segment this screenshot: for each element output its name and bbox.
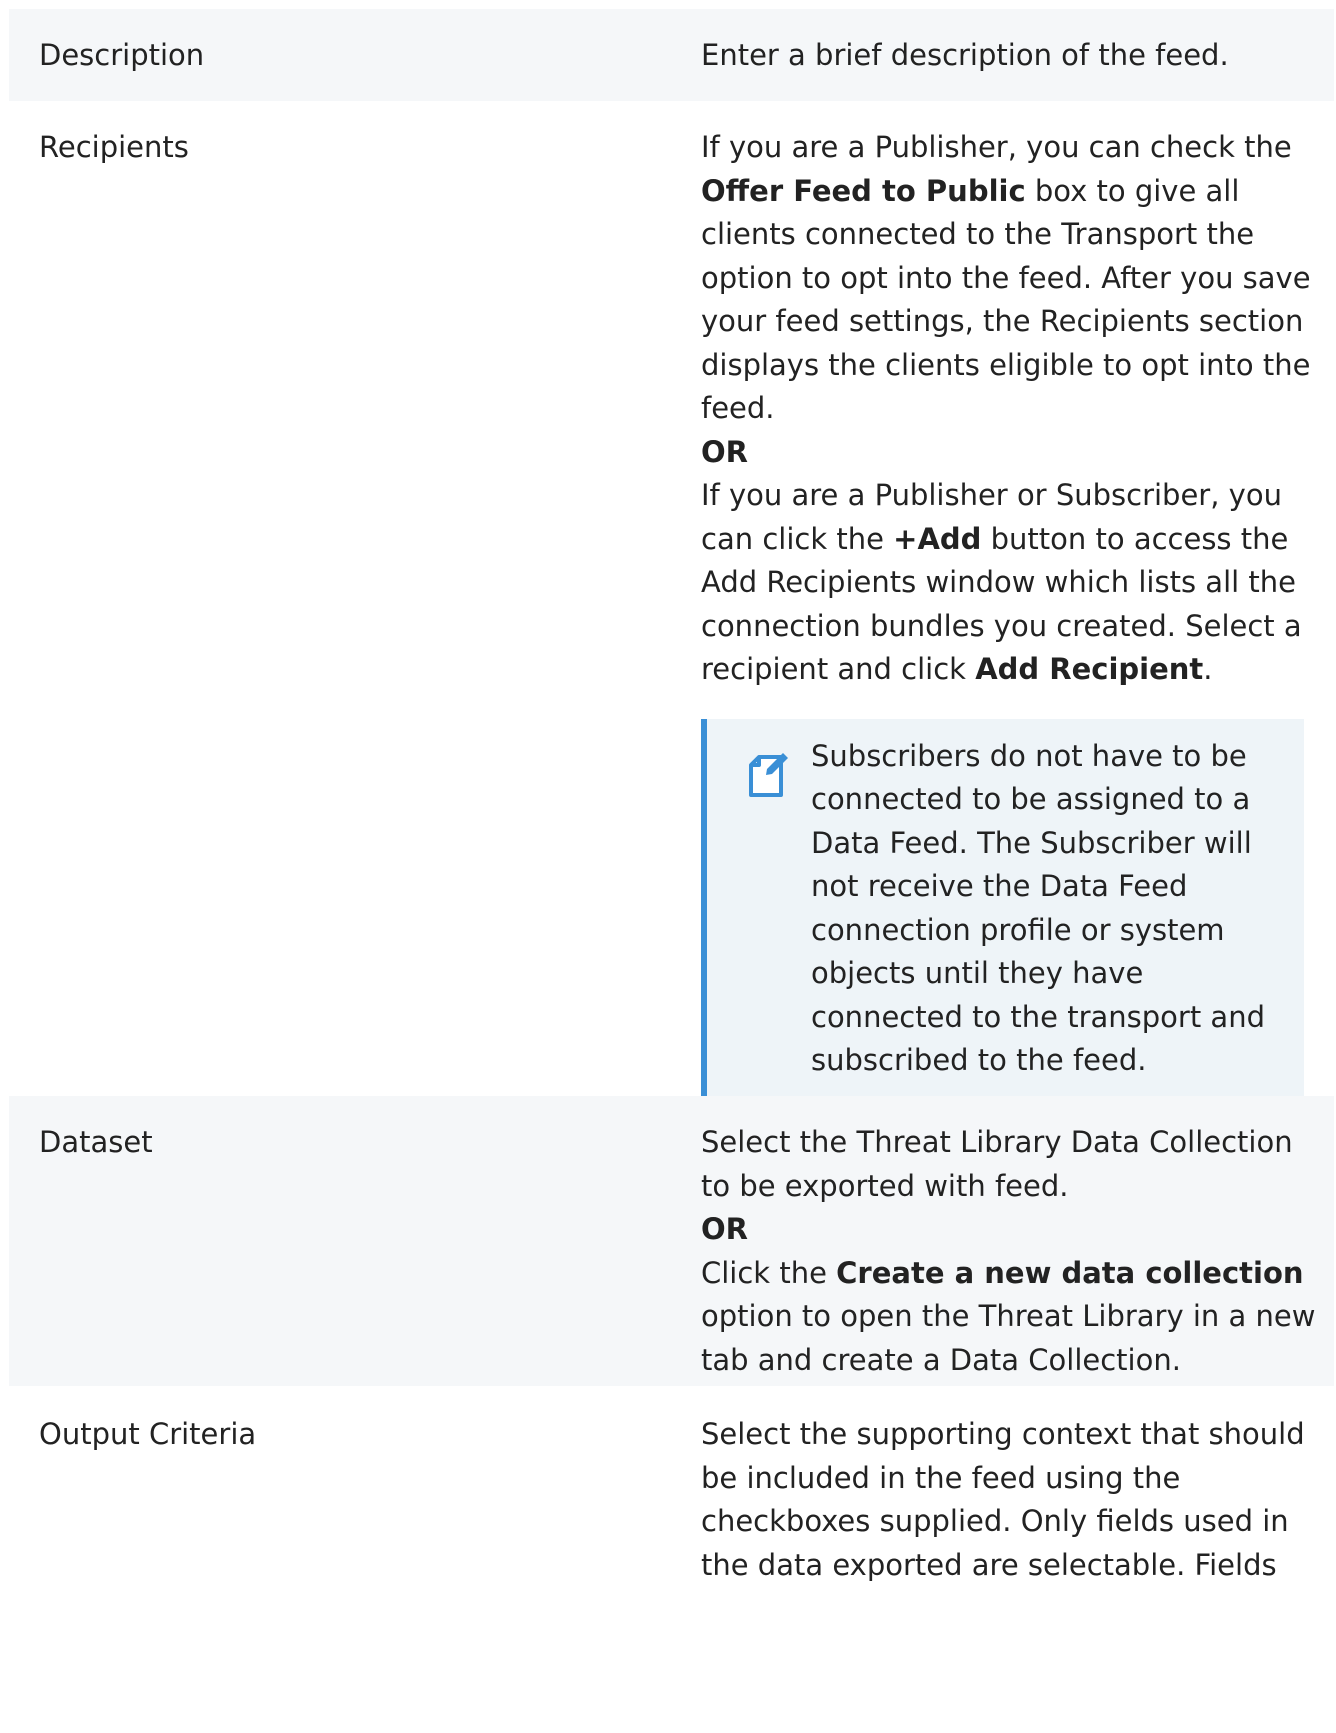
text-span: Click the xyxy=(701,1255,837,1290)
table-row-dataset: Dataset Select the Threat Library Data C… xyxy=(9,1096,1334,1386)
field-label-description: Description xyxy=(39,38,205,72)
table-row-recipients: Recipients If you are a Publisher, you c… xyxy=(9,101,1334,1099)
note-text: Subscribers do not have to be connected … xyxy=(811,738,1265,1078)
table-row-output-criteria: Output Criteria Select the supporting co… xyxy=(9,1386,1334,1733)
or-label: OR xyxy=(701,1212,748,1246)
or-separator: OR xyxy=(701,1208,1317,1252)
add-button-label: +Add xyxy=(893,521,982,556)
description-text: Enter a brief description of the feed. xyxy=(701,38,1229,72)
create-new-data-collection-label: Create a new data collection xyxy=(836,1255,1304,1290)
field-text-output-criteria: Select the supporting context that shoul… xyxy=(701,1413,1317,1587)
field-text-description: Enter a brief description of the feed. xyxy=(701,34,1317,78)
table-row-description: Description Enter a brief description of… xyxy=(9,9,1334,101)
offer-feed-to-public-label: Offer Feed to Public xyxy=(701,173,1026,208)
or-separator: OR xyxy=(701,431,1317,475)
field-label-dataset: Dataset xyxy=(39,1125,153,1159)
or-label: OR xyxy=(701,434,748,469)
field-description-table: Description Enter a brief description of… xyxy=(9,9,1334,1733)
note-edit-icon xyxy=(749,752,788,797)
field-label-output-criteria: Output Criteria xyxy=(39,1417,257,1451)
field-text-dataset: Select the Threat Library Data Collectio… xyxy=(701,1121,1317,1382)
note-callout: Subscribers do not have to be connected … xyxy=(701,718,1304,1099)
text-span: If you are a Publisher, you can check th… xyxy=(701,130,1292,164)
add-recipient-label: Add Recipient xyxy=(975,652,1204,686)
dataset-paragraph-create: Click the Create a new data collection o… xyxy=(701,1252,1317,1383)
text-span: . xyxy=(1203,652,1213,686)
field-text-recipients: If you are a Publisher, you can check th… xyxy=(701,126,1317,1099)
recipients-paragraph-add: If you are a Publisher or Subscriber, yo… xyxy=(701,474,1317,692)
recipients-paragraph-publisher: If you are a Publisher, you can check th… xyxy=(701,126,1317,431)
field-label-recipients: Recipients xyxy=(39,130,189,164)
dataset-paragraph-select: Select the Threat Library Data Collectio… xyxy=(701,1125,1293,1203)
output-criteria-text: Select the supporting context that shoul… xyxy=(701,1417,1305,1582)
text-span: box to give all clients connected to the… xyxy=(701,173,1311,426)
text-span: option to open the Threat Library in a n… xyxy=(701,1299,1316,1377)
